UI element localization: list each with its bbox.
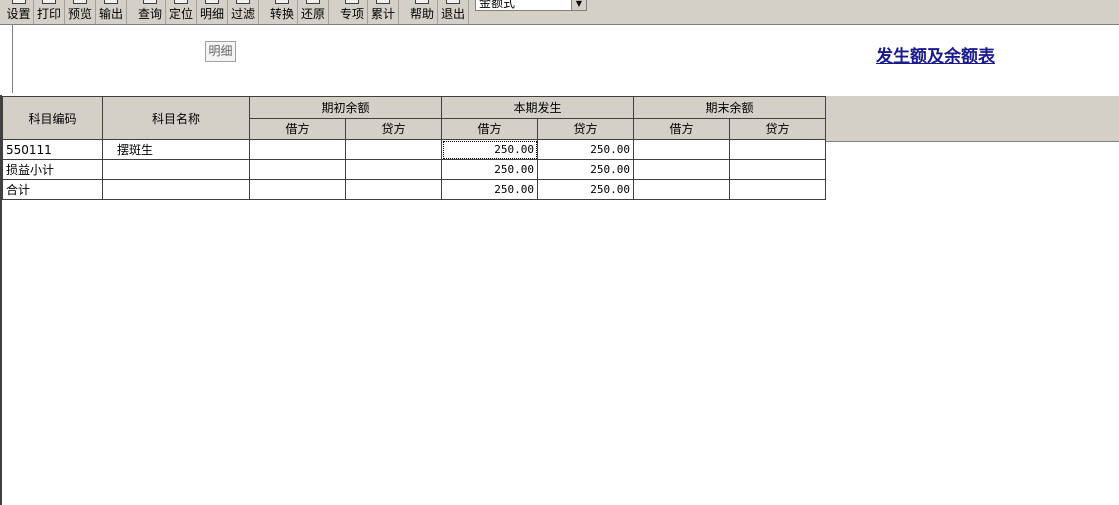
row-close-debit[interactable] bbox=[633, 139, 730, 160]
row-open-debit[interactable] bbox=[249, 139, 346, 160]
setup-button[interactable]: 设置 bbox=[4, 0, 34, 24]
convert-label: 转换 bbox=[269, 7, 294, 21]
locate-label: 定位 bbox=[168, 7, 193, 21]
locate-icon bbox=[174, 0, 188, 4]
row-name[interactable] bbox=[102, 159, 250, 180]
preview-icon bbox=[73, 0, 87, 4]
convert-button[interactable]: 转换 bbox=[267, 0, 298, 24]
filter-label: 过滤 bbox=[230, 7, 255, 21]
toolbar: 设置 打印 预览 输出 查询 定位 明细 过滤 转换 还原 专项 累计 帮助 退… bbox=[0, 0, 1119, 25]
cumulative-button[interactable]: 累计 bbox=[368, 0, 399, 24]
format-select-value: 金额式 bbox=[479, 0, 516, 10]
settings-icon bbox=[11, 0, 26, 4]
header-current-credit: 贷方 bbox=[537, 117, 634, 140]
restore-icon bbox=[306, 0, 320, 4]
cumulative-icon bbox=[376, 0, 390, 4]
row-name[interactable]: 摆斑生 bbox=[102, 139, 250, 160]
restore-button[interactable]: 还原 bbox=[298, 0, 329, 24]
row-open-debit[interactable] bbox=[249, 179, 346, 200]
row-cur-debit[interactable]: 250.00 bbox=[441, 179, 538, 200]
report-title: 发生额及余额表 bbox=[876, 47, 995, 67]
balance-table: 科目编码 科目名称 期初余额 本期发生 期末余额 借方 贷方 借方 贷方 借方 … bbox=[2, 96, 826, 200]
table-row[interactable]: 损益小计 250.00 250.00 bbox=[2, 159, 826, 180]
special-label: 专项 bbox=[339, 7, 364, 21]
exit-icon bbox=[446, 0, 460, 4]
help-button[interactable]: 帮助 bbox=[407, 0, 438, 24]
restore-label: 还原 bbox=[300, 7, 325, 21]
export-button[interactable]: 输出 bbox=[96, 0, 127, 24]
print-label: 打印 bbox=[36, 7, 61, 21]
printer-icon bbox=[42, 0, 56, 4]
header-divider bbox=[12, 25, 13, 93]
row-cur-credit[interactable]: 250.00 bbox=[537, 159, 634, 180]
header-closing-credit: 贷方 bbox=[729, 117, 826, 140]
filter-button[interactable]: 过滤 bbox=[228, 0, 259, 24]
row-name[interactable] bbox=[102, 179, 250, 200]
help-icon bbox=[415, 0, 429, 4]
filter-icon bbox=[236, 0, 250, 4]
exit-button[interactable]: 退出 bbox=[438, 0, 469, 24]
row-code[interactable]: 合计 bbox=[2, 179, 103, 200]
row-cur-debit[interactable]: 250.00 bbox=[441, 139, 538, 160]
print-button[interactable]: 打印 bbox=[34, 0, 65, 24]
header-code: 科目编码 bbox=[2, 96, 103, 140]
preview-button[interactable]: 预览 bbox=[65, 0, 96, 24]
special-icon bbox=[345, 0, 359, 4]
row-open-credit[interactable] bbox=[345, 159, 442, 180]
header-opening-debit: 借方 bbox=[249, 117, 346, 140]
header-band bbox=[826, 96, 1119, 142]
row-code[interactable]: 550111 bbox=[2, 139, 103, 160]
row-close-credit[interactable] bbox=[729, 139, 826, 160]
export-label: 输出 bbox=[98, 7, 123, 21]
query-button[interactable]: 查询 bbox=[135, 0, 166, 24]
row-open-credit[interactable] bbox=[345, 179, 442, 200]
row-close-credit[interactable] bbox=[729, 179, 826, 200]
header-closing: 期末余额 bbox=[633, 96, 826, 119]
header-closing-debit: 借方 bbox=[633, 117, 730, 140]
row-code[interactable]: 损益小计 bbox=[2, 159, 103, 180]
row-close-credit[interactable] bbox=[729, 159, 826, 180]
header-opening: 期初余额 bbox=[249, 96, 442, 119]
row-open-credit[interactable] bbox=[345, 139, 442, 160]
header-opening-credit: 贷方 bbox=[345, 117, 442, 140]
preview-label: 预览 bbox=[67, 7, 92, 21]
setup-label: 设置 bbox=[6, 7, 31, 21]
row-cur-credit[interactable]: 250.00 bbox=[537, 179, 634, 200]
query-label: 查询 bbox=[137, 7, 162, 21]
detail-button[interactable]: 明细 bbox=[197, 0, 228, 24]
table-row[interactable]: 合计 250.00 250.00 bbox=[2, 179, 826, 200]
header-current-debit: 借方 bbox=[441, 117, 538, 140]
row-cur-credit[interactable]: 250.00 bbox=[537, 139, 634, 160]
detail-tag[interactable]: 明细 bbox=[205, 41, 236, 62]
row-open-debit[interactable] bbox=[249, 159, 346, 180]
header-current: 本期发生 bbox=[441, 96, 634, 119]
locate-button[interactable]: 定位 bbox=[166, 0, 197, 24]
format-select[interactable]: 金额式 ▼ bbox=[475, 0, 587, 11]
exit-label: 退出 bbox=[440, 7, 465, 21]
cumulative-label: 累计 bbox=[370, 7, 395, 21]
row-close-debit[interactable] bbox=[633, 159, 730, 180]
convert-icon bbox=[275, 0, 289, 4]
help-label: 帮助 bbox=[409, 7, 434, 21]
row-cur-debit[interactable]: 250.00 bbox=[441, 159, 538, 180]
table-row[interactable]: 550111 摆斑生 250.00 250.00 bbox=[2, 139, 826, 160]
query-icon bbox=[143, 0, 157, 4]
detail-icon bbox=[205, 0, 219, 4]
chevron-down-icon[interactable]: ▼ bbox=[571, 0, 586, 10]
row-close-debit[interactable] bbox=[633, 179, 730, 200]
export-icon bbox=[104, 0, 118, 4]
detail-label: 明细 bbox=[199, 7, 224, 21]
special-button[interactable]: 专项 bbox=[337, 0, 368, 24]
header-name: 科目名称 bbox=[102, 96, 250, 140]
